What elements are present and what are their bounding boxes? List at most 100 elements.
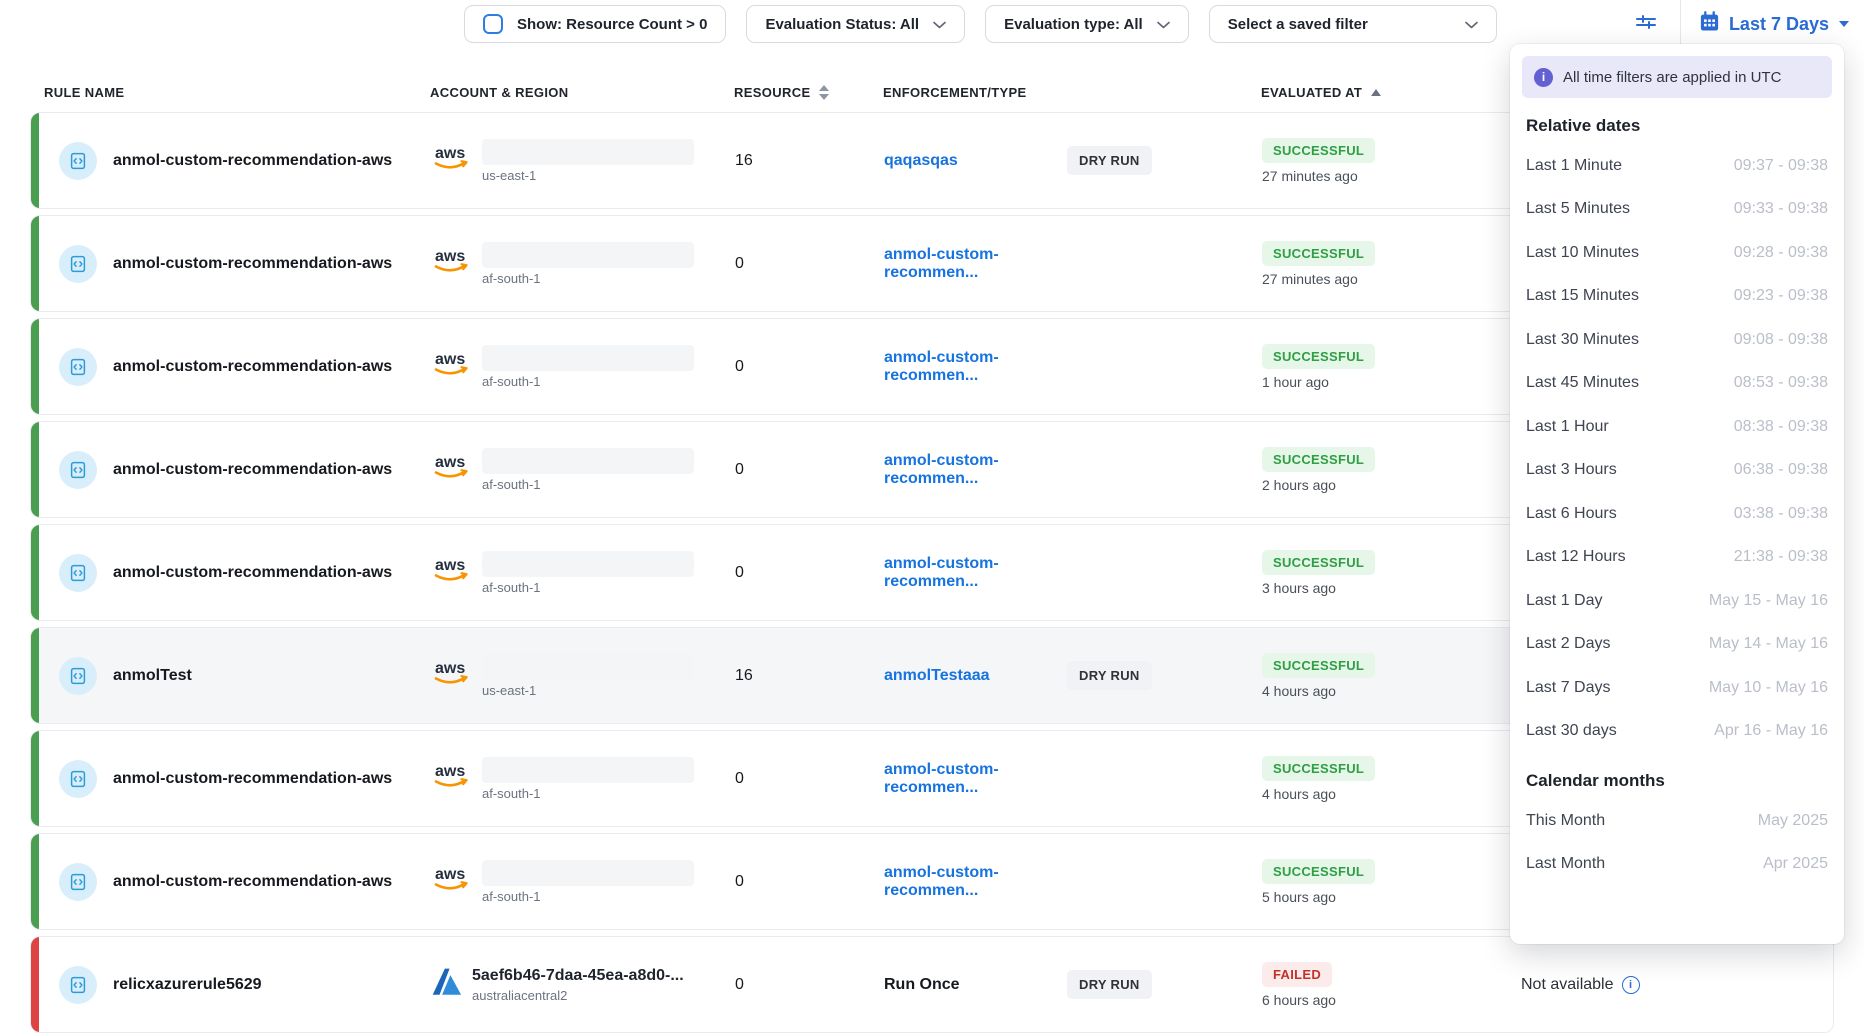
account-region-cell: aws af-south-1 (431, 422, 694, 517)
relative-date-option[interactable]: Last 45 Minutes 08:53 - 09:38 (1510, 362, 1844, 406)
option-range: 21:38 - 09:38 (1734, 548, 1828, 566)
date-range-button[interactable]: Last 7 Days (1699, 11, 1850, 37)
enforcement-link[interactable]: anmol-custom-recommen... (884, 555, 1067, 591)
dry-run-badge: DRY RUN (1067, 661, 1152, 690)
aws-logo-icon: aws (431, 657, 473, 694)
option-label: Last Month (1526, 855, 1605, 873)
rule-name: anmol-custom-recommendation-aws (113, 422, 392, 517)
relative-date-option[interactable]: Last 30 days Apr 16 - May 16 (1510, 710, 1844, 754)
relative-date-option[interactable]: Last 15 Minutes 09:23 - 09:38 (1510, 275, 1844, 319)
enforcement-link[interactable]: anmol-custom-recommen... (884, 452, 1067, 488)
status-badge: SUCCESSFUL (1262, 550, 1375, 575)
calendar-months-list: This Month May 2025 Last Month Apr 2025 (1510, 799, 1844, 886)
row-status-accent-bar (31, 628, 39, 723)
aws-logo-icon: aws (431, 554, 473, 591)
column-header-rule-name: RULE NAME (44, 85, 124, 100)
status-badge: SUCCESSFUL (1262, 138, 1375, 163)
evaluation-status-select[interactable]: Evaluation Status: All (746, 5, 965, 43)
saved-filter-placeholder: Select a saved filter (1228, 16, 1368, 33)
option-label: Last 15 Minutes (1526, 287, 1639, 305)
enforcement-link[interactable]: anmol-custom-recommen... (884, 761, 1067, 797)
table-row[interactable]: relicxazurerule5629 5aef6b46-7daa-45ea-a… (30, 936, 1834, 1033)
status-badge: SUCCESSFUL (1262, 653, 1375, 678)
resource-count: 16 (735, 628, 753, 723)
status-badge: SUCCESSFUL (1262, 447, 1375, 472)
relative-date-option[interactable]: Last 12 Hours 21:38 - 09:38 (1510, 536, 1844, 580)
enforcement-link[interactable]: anmol-custom-recommen... (884, 246, 1067, 282)
relative-date-option[interactable]: Last 3 Hours 06:38 - 09:38 (1510, 449, 1844, 493)
svg-text:aws: aws (435, 145, 465, 162)
option-range: 03:38 - 09:38 (1734, 505, 1828, 523)
svg-text:aws: aws (435, 351, 465, 368)
account-region: af-south-1 (482, 374, 694, 389)
rule-icon (59, 348, 97, 386)
relative-date-option[interactable]: Last 2 Days May 14 - May 16 (1510, 623, 1844, 667)
enforcement-link[interactable]: qaqasqas (884, 152, 1067, 170)
enforcement-link[interactable]: anmol-custom-recommen... (884, 864, 1067, 900)
option-label: Last 7 Days (1526, 679, 1610, 697)
info-icon[interactable]: i (1622, 976, 1640, 994)
chevron-down-icon (933, 16, 946, 33)
evaluated-time: 1 hour ago (1262, 374, 1329, 390)
enforcement-link[interactable]: anmol-custom-recommen... (884, 349, 1067, 385)
saved-filter-select[interactable]: Select a saved filter (1209, 5, 1497, 43)
show-resource-count-toggle[interactable]: Show: Resource Count > 0 (464, 5, 726, 43)
account-region: af-south-1 (482, 580, 694, 595)
option-label: Last 5 Minutes (1526, 200, 1630, 218)
sort-icon[interactable] (819, 85, 829, 100)
evaluated-time: 27 minutes ago (1262, 271, 1358, 287)
aws-logo-icon: aws (431, 451, 473, 488)
option-range: May 10 - May 16 (1709, 679, 1828, 697)
relative-date-option[interactable]: Last 5 Minutes 09:33 - 09:38 (1510, 188, 1844, 232)
option-range: May 2025 (1758, 812, 1828, 830)
option-range: Apr 2025 (1763, 855, 1828, 873)
resource-count-checkbox[interactable] (483, 14, 503, 34)
evaluated-time: 4 hours ago (1262, 786, 1336, 802)
rule-icon (59, 554, 97, 592)
resource-count: 0 (735, 422, 744, 517)
sort-ascending-icon[interactable] (1371, 89, 1381, 96)
evaluation-type-select[interactable]: Evaluation type: All (985, 5, 1189, 43)
aws-logo-icon: aws (431, 760, 473, 797)
account-region: us-east-1 (482, 683, 694, 698)
evaluated-time: 3 hours ago (1262, 580, 1336, 596)
calendar-month-option[interactable]: Last Month Apr 2025 (1510, 843, 1844, 887)
caret-down-icon (1838, 20, 1850, 28)
column-header-evaluated-at[interactable]: EVALUATED AT (1261, 85, 1381, 100)
rule-icon (59, 760, 97, 798)
relative-date-option[interactable]: Last 1 Hour 08:38 - 09:38 (1510, 405, 1844, 449)
rule-icon (59, 863, 97, 901)
date-range-panel: i All time filters are applied in UTC Re… (1510, 44, 1844, 944)
utc-note-banner: i All time filters are applied in UTC (1522, 56, 1832, 98)
rule-icon (59, 451, 97, 489)
adjust-filters-button[interactable] (1630, 6, 1662, 43)
dry-run-badge: DRY RUN (1067, 970, 1152, 999)
relative-dates-list: Last 1 Minute 09:37 - 09:38 Last 5 Minut… (1510, 144, 1844, 753)
relative-date-option[interactable]: Last 1 Minute 09:37 - 09:38 (1510, 144, 1844, 188)
account-region-cell: aws af-south-1 (431, 525, 694, 620)
option-label: Last 6 Hours (1526, 505, 1617, 523)
filter-toolbar: Show: Resource Count > 0 Evaluation Stat… (0, 0, 1864, 48)
enforcement-link[interactable]: anmolTestaaa (884, 667, 1067, 685)
chevron-down-icon (1465, 16, 1478, 33)
relative-date-option[interactable]: Last 1 Day May 15 - May 16 (1510, 579, 1844, 623)
account-region-cell: aws af-south-1 (431, 834, 694, 929)
option-label: Last 2 Days (1526, 635, 1610, 653)
relative-date-option[interactable]: Last 6 Hours 03:38 - 09:38 (1510, 492, 1844, 536)
account-region-cell: aws us-east-1 (431, 113, 694, 208)
status-badge: FAILED (1262, 962, 1332, 987)
toolbar-right-group: Last 7 Days (1630, 0, 1850, 48)
relative-date-option[interactable]: Last 30 Minutes 09:08 - 09:38 (1510, 318, 1844, 362)
evaluated-time: 4 hours ago (1262, 683, 1336, 699)
relative-date-option[interactable]: Last 10 Minutes 09:28 - 09:38 (1510, 231, 1844, 275)
relative-date-option[interactable]: Last 7 Days May 10 - May 16 (1510, 666, 1844, 710)
option-label: Last 1 Day (1526, 592, 1602, 610)
account-id-redacted (482, 139, 694, 165)
enforcement-link[interactable]: Run Once (884, 976, 1067, 994)
evaluated-time: 27 minutes ago (1262, 168, 1358, 184)
calendar-icon (1699, 11, 1720, 37)
evaluation-status-value: Evaluation Status: All (765, 16, 919, 33)
column-header-resource[interactable]: RESOURCE (734, 85, 829, 100)
option-label: Last 1 Hour (1526, 418, 1609, 436)
calendar-month-option[interactable]: This Month May 2025 (1510, 799, 1844, 843)
